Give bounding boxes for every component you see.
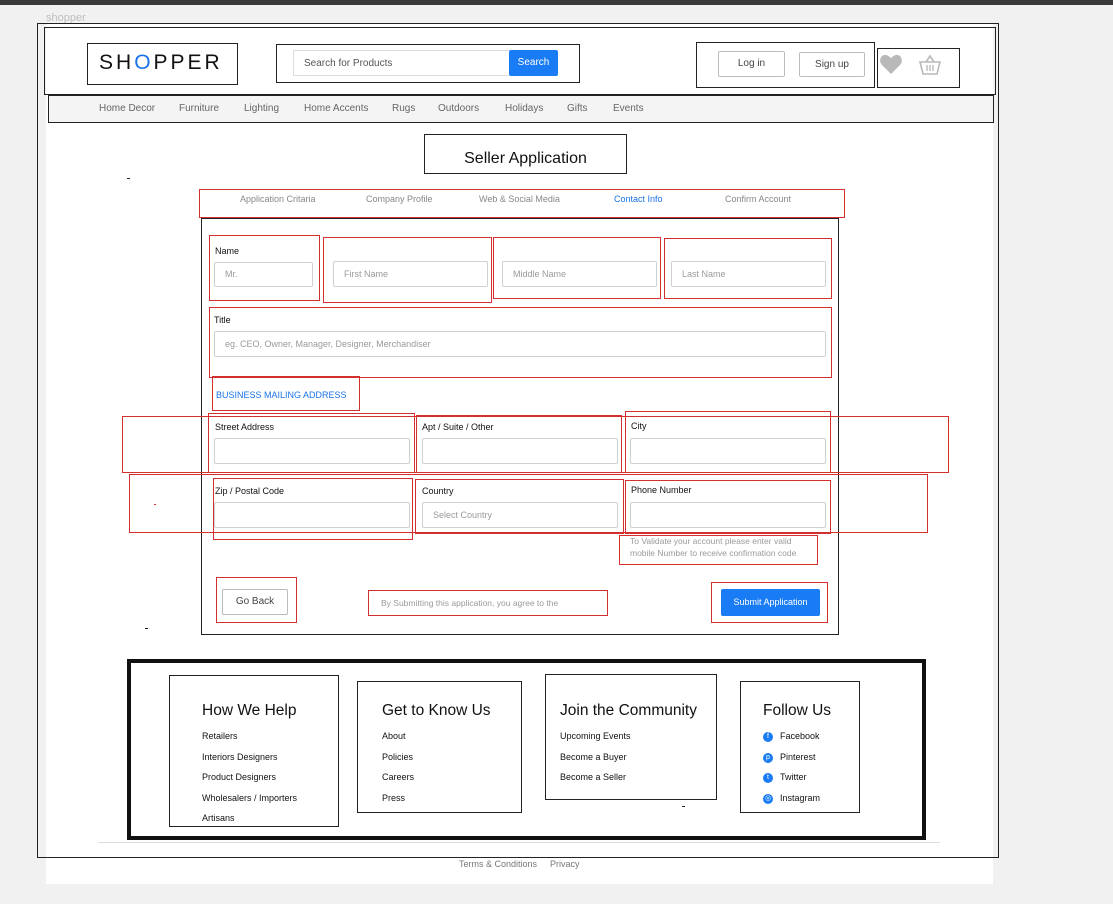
footer-link[interactable]: Upcoming Events	[560, 731, 631, 741]
stray-mark	[127, 178, 130, 179]
middle-name-input[interactable]: Middle Name	[502, 261, 657, 287]
zip-code-input[interactable]	[214, 502, 410, 528]
footer-link[interactable]: Product Designers	[202, 772, 276, 782]
footer-link[interactable]: Retailers	[202, 731, 238, 741]
stray-mark	[145, 628, 148, 629]
country-label: Country	[422, 486, 454, 496]
step-web-social-media[interactable]: Web & Social Media	[479, 194, 560, 204]
nav-item-furniture[interactable]: Furniture	[179, 103, 219, 114]
terms-link[interactable]: Terms & Conditions	[459, 859, 537, 869]
basket-icon[interactable]	[918, 54, 942, 76]
city-input[interactable]	[630, 438, 826, 464]
agreement-text: By Submitting this application, you agre…	[381, 598, 559, 608]
footer-link[interactable]: Become a Buyer	[560, 752, 627, 762]
footer-link[interactable]: Interiors Designers	[202, 752, 278, 762]
footer-link[interactable]: Pinterest	[780, 752, 816, 762]
logo-text-start: SH	[99, 51, 135, 74]
footer-link[interactable]: Become a Seller	[560, 772, 626, 782]
signup-button[interactable]: Sign up	[799, 52, 865, 77]
step-confirm-account[interactable]: Confirm Account	[725, 194, 791, 204]
phone-help-text: To Validate your account please enter va…	[630, 535, 796, 559]
pinterest-icon[interactable]: p	[763, 753, 773, 763]
last-name-input[interactable]: Last Name	[671, 261, 826, 287]
nav-item-home-decor[interactable]: Home Decor	[99, 103, 155, 114]
footer-link[interactable]: About	[382, 731, 406, 741]
salutation-input[interactable]: Mr.	[214, 262, 313, 287]
footer-link[interactable]: Artisans	[202, 813, 235, 823]
submit-application-button[interactable]: Submit Application	[721, 589, 820, 616]
footer-heading: How We Help	[202, 702, 297, 719]
footer-heading: Get to Know Us	[382, 702, 491, 719]
footer-link[interactable]: Facebook	[780, 731, 820, 741]
zip-code-label: Zip / Postal Code	[215, 486, 285, 496]
nav-item-gifts[interactable]: Gifts	[567, 103, 588, 114]
logo-text-highlight: O	[134, 51, 154, 74]
step-contact-info[interactable]: Contact Info	[614, 194, 663, 204]
login-button[interactable]: Log in	[718, 51, 785, 77]
phone-help-line: mobile Number to receive confirmation co…	[630, 548, 797, 558]
title-label: Title	[214, 315, 231, 325]
footer-link[interactable]: Twitter	[780, 772, 807, 782]
heart-icon[interactable]	[879, 53, 903, 75]
search-input[interactable]: Search for Products	[293, 50, 509, 76]
footer-column-how-we-help	[169, 675, 339, 827]
facebook-icon[interactable]: f	[763, 732, 773, 742]
nav-item-home-accents[interactable]: Home Accents	[304, 103, 368, 114]
logo[interactable]: SHOPPER	[99, 51, 223, 75]
footer-link[interactable]: Instagram	[780, 793, 820, 803]
footer-link[interactable]: Policies	[382, 752, 413, 762]
nav-item-lighting[interactable]: Lighting	[244, 103, 279, 114]
business-address-heading: BUSINESS MAILING ADDRESS	[216, 390, 347, 400]
phone-number-input[interactable]	[630, 502, 826, 528]
footer-divider	[98, 842, 940, 843]
apt-suite-input[interactable]	[422, 438, 618, 464]
page-title: Seller Application	[464, 150, 587, 167]
footer-link[interactable]: Careers	[382, 772, 414, 782]
name-label: Name	[215, 246, 240, 256]
country-select[interactable]: Select Country	[422, 502, 618, 528]
instagram-icon[interactable]: ◎	[763, 794, 773, 804]
first-name-input[interactable]: First Name	[333, 261, 488, 287]
search-button[interactable]: Search	[509, 50, 558, 76]
phone-help-line: To Validate your account please enter va…	[630, 536, 792, 546]
apt-suite-label: Apt / Suite / Other	[422, 422, 494, 432]
step-application-criteria[interactable]: Application Critaria	[240, 194, 316, 204]
phone-number-label: Phone Number	[631, 485, 692, 495]
city-label: City	[631, 421, 647, 431]
nav-item-rugs[interactable]: Rugs	[392, 103, 415, 114]
nav-item-holidays[interactable]: Holidays	[505, 103, 543, 114]
title-input[interactable]: eg. CEO, Owner, Manager, Designer, Merch…	[214, 331, 826, 357]
window-top-bar	[0, 0, 1113, 5]
step-company-profile[interactable]: Company Profile	[366, 194, 433, 204]
nav-item-outdoors[interactable]: Outdoors	[438, 103, 479, 114]
logo-text-end: PPER	[153, 51, 223, 74]
street-address-label: Street Address	[215, 422, 275, 432]
go-back-button[interactable]: Go Back	[222, 589, 288, 615]
nav-item-events[interactable]: Events	[613, 103, 644, 114]
footer-link[interactable]: Wholesalers / Importers	[202, 793, 297, 803]
twitter-icon[interactable]: t	[763, 773, 773, 783]
footer-link[interactable]: Press	[382, 793, 405, 803]
footer-heading: Join the Community	[560, 702, 697, 719]
footer-heading: Follow Us	[763, 702, 832, 719]
street-address-input[interactable]	[214, 438, 410, 464]
privacy-link[interactable]: Privacy	[550, 859, 580, 869]
